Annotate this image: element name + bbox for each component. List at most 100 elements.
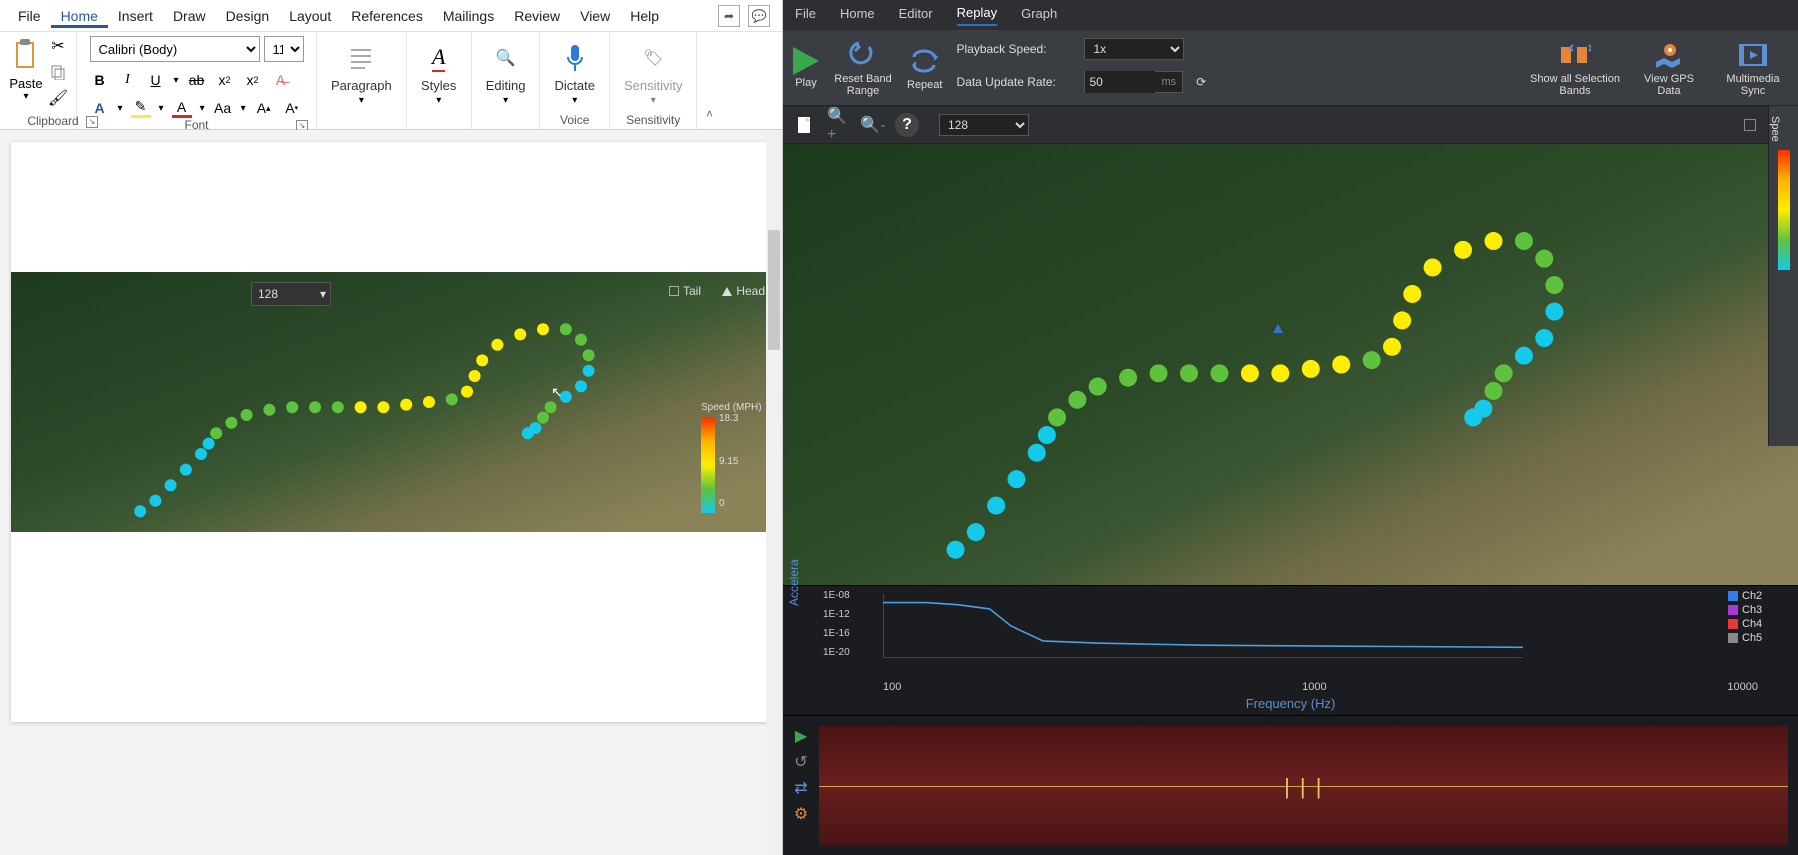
x-axis-label: Frequency (Hz) [1246,696,1336,711]
x-ticks: 100 1000 10000 [883,681,1758,693]
wave-settings-icon[interactable]: ⚙ [791,804,811,824]
copy-icon[interactable] [48,62,68,82]
analyzer-tabs: File Home Editor Replay Graph [783,0,1798,30]
data-rate-unit: ms [1155,76,1182,88]
tail-checkbox[interactable] [1744,119,1756,131]
help-icon[interactable]: ? [895,113,919,137]
swatch [1728,619,1738,629]
font-color-dropdown-icon[interactable]: ▾ [200,103,205,114]
shrink-font-icon[interactable]: A▾ [282,98,302,118]
cursor-icon: ↖ [551,384,563,401]
superscript-button[interactable]: x2 [243,70,263,90]
waveform-track[interactable]: | | | [819,726,1788,845]
sensitivity-button[interactable]: 🏷 Sensitivity ▾ [618,36,689,110]
frequency-graph[interactable]: Accelera 1E-08 1E-12 1E-16 1E-20 100 100… [783,585,1798,715]
tab-design[interactable]: Design [216,4,280,28]
tab-references[interactable]: References [341,4,433,28]
format-painter-icon[interactable]: 🖌 [48,88,68,108]
dictate-button[interactable]: Dictate ▾ [548,36,600,110]
y-axis-label: Accelera [787,559,801,606]
case-dropdown-icon[interactable]: ▾ [241,103,246,114]
refresh-icon[interactable]: ⟳ [1191,66,1211,98]
data-rate-input[interactable] [1085,71,1155,93]
tab-draw[interactable]: Draw [163,4,216,28]
tab-editor[interactable]: Editor [899,6,933,25]
reset-band-button[interactable]: Reset Band Range [833,39,893,97]
speed-legend-sidebar: Spee [1768,106,1798,446]
analyzer-ribbon: Play Reset Band Range Repeat Playback Sp… [783,30,1798,106]
styles-button[interactable]: A Styles ▾ [415,36,463,110]
tag-icon: 🏷 [635,40,671,76]
underline-dropdown-icon[interactable]: ▾ [174,75,179,86]
word-ribbon: Paste ▾ ✂ 🖌 Clipboard↘ Calibri (Body) 11… [0,32,782,130]
editing-button[interactable]: 🔍 Editing ▾ [480,36,532,110]
cut-icon[interactable]: ✂ [48,36,68,56]
search-icon: 🔍 [488,40,524,76]
wave-reset-icon[interactable]: ↺ [791,752,811,772]
paste-button[interactable]: Paste [9,76,42,91]
bold-button[interactable]: B [90,70,110,90]
chevron-down-icon: ▾ [651,95,656,106]
graph-line [883,594,1523,658]
collapse-ribbon-icon[interactable]: ˄ [697,32,721,129]
repeat-button[interactable]: Repeat [907,45,942,91]
zoom-in-icon[interactable]: 🔍+ [827,113,851,137]
wave-play-icon[interactable]: ▶ [791,726,811,746]
document-area[interactable]: 128▾ Tail Head Speed (MPH) 18.3 9.15 0 [0,130,782,855]
tab-insert[interactable]: Insert [108,4,163,28]
chevron-down-icon: ▾ [436,95,441,106]
tab-file[interactable]: File [8,4,51,28]
tab-graph[interactable]: Graph [1021,6,1057,25]
data-rate-label: Data Update Rate: [956,75,1076,89]
y-ticks: 1E-08 1E-12 1E-16 1E-20 [823,590,850,658]
view-gps-button[interactable]: View GPS Data [1634,39,1704,97]
channel-legend: Ch2 Ch3 Ch4 Ch5 [1728,590,1788,644]
scroll-thumb[interactable] [768,230,780,350]
comments-icon[interactable]: 💬 [748,5,770,27]
subscript-button[interactable]: x2 [215,70,235,90]
tab-mailings[interactable]: Mailings [433,4,504,28]
tab-home[interactable]: Home [51,4,108,28]
new-doc-icon[interactable] [793,113,817,137]
tab-view[interactable]: View [570,4,620,28]
waveform-markers: | | | [1284,774,1323,800]
tab-help[interactable]: Help [620,4,669,28]
paste-dropdown-icon[interactable]: ▾ [23,91,28,102]
show-selection-bands-button[interactable]: Show all Selection Bands [1530,39,1620,97]
tab-replay[interactable]: Replay [957,5,997,26]
share-icon[interactable]: ➦ [718,5,740,27]
tab-file[interactable]: File [795,6,816,25]
tab-layout[interactable]: Layout [279,4,341,28]
underline-button[interactable]: U [146,70,166,90]
analyzer-app: File Home Editor Replay Graph Play Reset… [783,0,1798,855]
document-page: 128▾ Tail Head Speed (MPH) 18.3 9.15 0 [11,142,771,722]
playback-speed-select[interactable]: 1x [1084,38,1184,60]
highlight-dropdown-icon[interactable]: ▾ [159,103,164,114]
play-button[interactable]: Play [793,47,819,89]
clear-format-icon[interactable]: A̶ [271,70,291,90]
paste-icon[interactable] [8,36,44,76]
vertical-scrollbar[interactable] [766,130,782,855]
repeat-icon [909,45,941,77]
font-color-icon[interactable]: A [172,98,192,118]
paragraph-button[interactable]: Paragraph ▾ [325,36,398,110]
grow-font-icon[interactable]: A▴ [254,98,274,118]
font-size-select[interactable]: 11 [264,36,304,62]
multimedia-sync-button[interactable]: Multimedia Sync [1718,39,1788,97]
waveform-panel: ▶ ↺ ⇄ ⚙ | | | [783,715,1798,855]
strike-button[interactable]: ab [187,70,207,90]
change-case-icon[interactable]: Aa [213,98,233,118]
tab-home[interactable]: Home [840,6,875,25]
tab-review[interactable]: Review [504,4,570,28]
italic-button[interactable]: I [118,70,138,90]
font-name-select[interactable]: Calibri (Body) [90,36,260,62]
highlight-icon[interactable]: ✎ [131,98,151,118]
speed-title: Spee [1769,106,1781,142]
gps-track [11,272,771,532]
text-effects-dropdown-icon[interactable]: ▾ [118,103,123,114]
zoom-out-icon[interactable]: 🔍- [861,113,885,137]
map-zoom-select[interactable]: 128 [939,114,1029,136]
wave-loop-icon[interactable]: ⇄ [791,778,811,798]
swatch [1728,633,1738,643]
gps-map[interactable] [783,144,1798,585]
